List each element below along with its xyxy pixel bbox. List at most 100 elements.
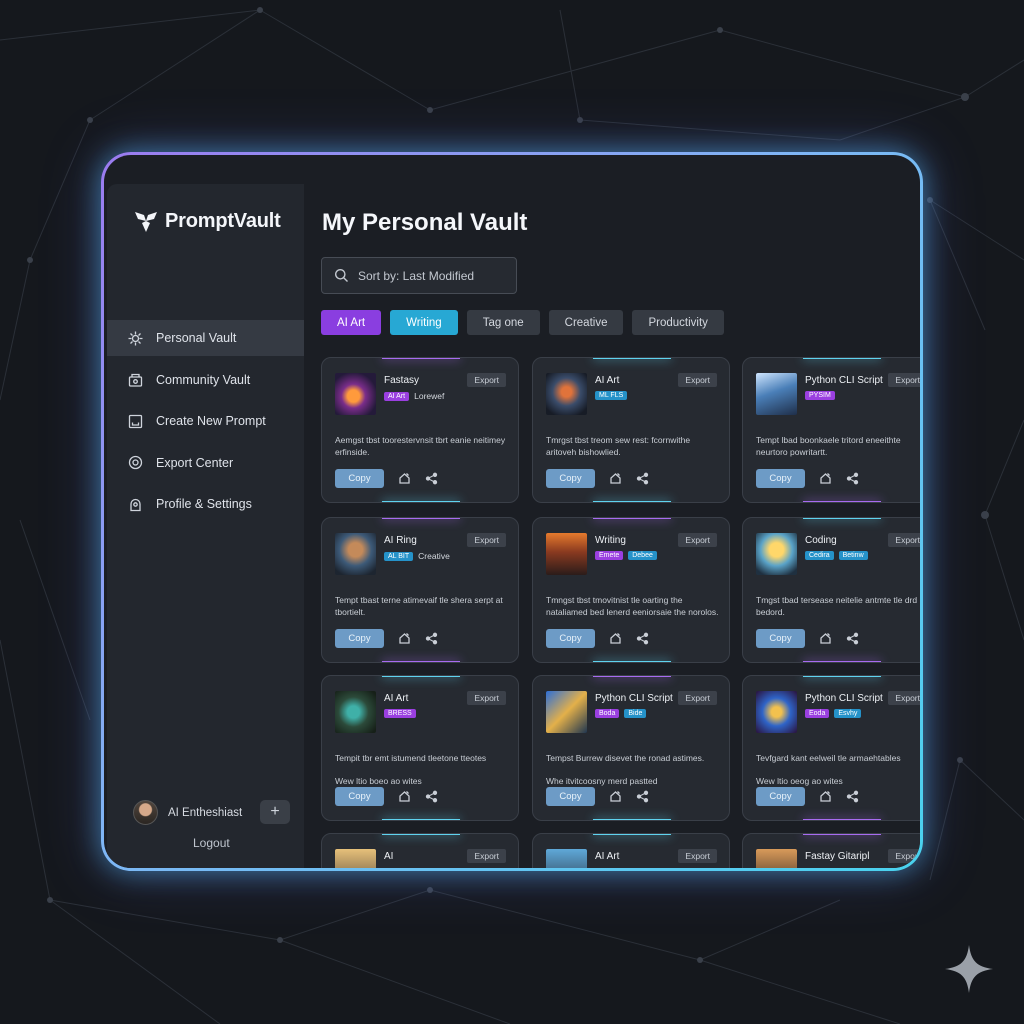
main-content: My Personal Vault Sort by: Last Modified… — [304, 184, 920, 868]
edit-icon[interactable] — [819, 632, 832, 645]
edit-icon[interactable] — [609, 790, 622, 803]
sort-label: Sort by: Last Modified — [358, 268, 475, 283]
edit-icon[interactable] — [609, 632, 622, 645]
edit-icon[interactable] — [398, 472, 411, 485]
share-icon[interactable] — [425, 472, 438, 485]
prompt-thumbnail — [756, 849, 797, 868]
copy-button[interactable]: Copy — [335, 629, 384, 648]
prompt-card[interactable]: Coding Export Cedira Betinw Tmgst tbad terse… — [742, 517, 920, 663]
copy-button[interactable]: Copy — [756, 787, 805, 806]
share-icon[interactable] — [636, 472, 649, 485]
add-account-button[interactable]: + — [260, 800, 290, 824]
user-profile[interactable]: AI Entheshiast — [133, 800, 242, 825]
share-icon[interactable] — [846, 472, 859, 485]
prompt-thumbnail — [546, 691, 587, 733]
card-actions: Copy — [756, 787, 859, 806]
prompt-card[interactable]: Fastasy Export AI Art Lorewef Aemgst tbst to… — [321, 357, 519, 503]
create-icon — [128, 414, 143, 428]
card-tag: PYSIM — [805, 391, 835, 400]
sidebar-item-label: Personal Vault — [156, 331, 237, 345]
card-tags: PYSIM — [805, 391, 835, 400]
tag-ai-art[interactable]: AI Art — [321, 310, 382, 335]
card-actions: Copy — [546, 469, 649, 488]
share-icon[interactable] — [425, 632, 438, 645]
sparkle-icon — [945, 945, 993, 993]
export-button[interactable]: Export — [467, 849, 506, 863]
sidebar: PromptVault Personal Vault Community Vau… — [107, 184, 304, 868]
card-description: Tmrgst tbst treom sew rest: fcornwithe a… — [546, 434, 722, 458]
copy-button[interactable]: Copy — [756, 469, 805, 488]
share-icon[interactable] — [846, 632, 859, 645]
prompt-card[interactable]: AI Ring Export AL BIT Creative Tempt tbast t… — [321, 517, 519, 663]
edit-icon[interactable] — [609, 472, 622, 485]
export-button[interactable]: Export — [678, 373, 717, 387]
description-text: Tmrgst tbst treom sew rest: fcornwithe a… — [546, 435, 691, 457]
prompt-thumbnail — [335, 849, 376, 868]
export-button[interactable]: Export — [678, 533, 717, 547]
prompt-card[interactable]: AI Export — [321, 833, 519, 868]
description-text: Aemgst tbst toorestervnsit tbrt eanie ne… — [335, 435, 506, 457]
prompt-card[interactable]: AI Art Export ML FLS Tmrgst tbst treom sew … — [532, 357, 730, 503]
share-icon[interactable] — [636, 632, 649, 645]
description-note: Wew ltio oeog ao wites — [756, 776, 843, 786]
edit-icon[interactable] — [398, 632, 411, 645]
prompt-thumbnail — [756, 533, 797, 575]
export-button[interactable]: Export — [888, 373, 920, 387]
export-button[interactable]: Export — [888, 849, 920, 863]
card-title: AI Art — [595, 375, 620, 386]
description-text: Tmgst tbad tersease neitelie antmte tle … — [756, 595, 918, 617]
card-title: Python CLI Script — [805, 375, 883, 386]
card-title: AI — [384, 851, 394, 862]
edit-icon[interactable] — [819, 472, 832, 485]
export-button[interactable]: Export — [888, 533, 920, 547]
share-icon[interactable] — [425, 790, 438, 803]
card-description: Tempt lbad boonkaele tritord eneeithte n… — [756, 434, 920, 458]
card-tag: Boda — [595, 709, 620, 718]
sidebar-item-export-center[interactable]: Export Center — [107, 445, 304, 481]
edit-icon[interactable] — [398, 790, 411, 803]
export-button[interactable]: Export — [467, 373, 506, 387]
description-text: Tempt lbad boonkaele tritord eneeithte n… — [756, 435, 901, 457]
share-icon[interactable] — [846, 790, 859, 803]
sidebar-item-create-new-prompt[interactable]: Create New Prompt — [107, 403, 304, 439]
prompt-thumbnail — [756, 373, 797, 415]
prompt-card[interactable]: Python CLI Script Export PYSIM Tempt lbad b… — [742, 357, 920, 503]
logout-link[interactable]: Logout — [193, 836, 230, 850]
description-note: Wew ltio boeo ao wites — [335, 776, 422, 786]
tag-one[interactable]: Tag one — [466, 310, 540, 335]
prompt-card[interactable]: Writing Export Emete Debee Tmngst tbst tmovi… — [532, 517, 730, 663]
export-button[interactable]: Export — [678, 691, 717, 705]
share-icon[interactable] — [636, 790, 649, 803]
copy-button[interactable]: Copy — [546, 787, 595, 806]
export-button[interactable]: Export — [678, 849, 717, 863]
card-tag: Emete — [595, 551, 624, 560]
sidebar-item-label: Create New Prompt — [156, 414, 266, 428]
card-title: Python CLI Script — [805, 693, 883, 704]
copy-button[interactable]: Copy — [335, 787, 384, 806]
export-button[interactable]: Export — [467, 691, 506, 705]
sort-dropdown[interactable]: Sort by: Last Modified — [321, 257, 517, 294]
sidebar-item-community-vault[interactable]: Community Vault — [107, 362, 304, 398]
copy-button[interactable]: Copy — [335, 469, 384, 488]
prompt-card[interactable]: AI Art Export BRESS Tempit tbr emt istumend… — [321, 675, 519, 821]
tag-productivity[interactable]: Productivity — [632, 310, 724, 335]
tag-writing[interactable]: Writing — [390, 310, 458, 335]
prompt-card[interactable]: Python CLI Script Export Boda Bide Tempst Bu… — [532, 675, 730, 821]
card-title: AI Ring — [384, 535, 417, 546]
prompt-card[interactable]: AI Art Export — [532, 833, 730, 868]
sidebar-item-profile-settings[interactable]: Profile & Settings — [107, 486, 304, 522]
sidebar-item-personal-vault[interactable]: Personal Vault — [107, 320, 304, 356]
copy-button[interactable]: Copy — [546, 469, 595, 488]
tag-creative[interactable]: Creative — [548, 310, 624, 335]
tag-filter-bar: AI Art Writing Tag one Creative Producti… — [321, 310, 724, 335]
copy-button[interactable]: Copy — [546, 629, 595, 648]
card-tags: Boda Bide — [595, 709, 647, 718]
edit-icon[interactable] — [819, 790, 832, 803]
prompt-card[interactable]: Python CLI Script Export Eoda Esvhy Tevfgard… — [742, 675, 920, 821]
export-button[interactable]: Export — [888, 691, 920, 705]
card-actions: Copy — [756, 469, 859, 488]
prompt-card[interactable]: Fastay Gitaripl Export — [742, 833, 920, 868]
copy-button[interactable]: Copy — [756, 629, 805, 648]
export-button[interactable]: Export — [467, 533, 506, 547]
avatar — [133, 800, 158, 825]
